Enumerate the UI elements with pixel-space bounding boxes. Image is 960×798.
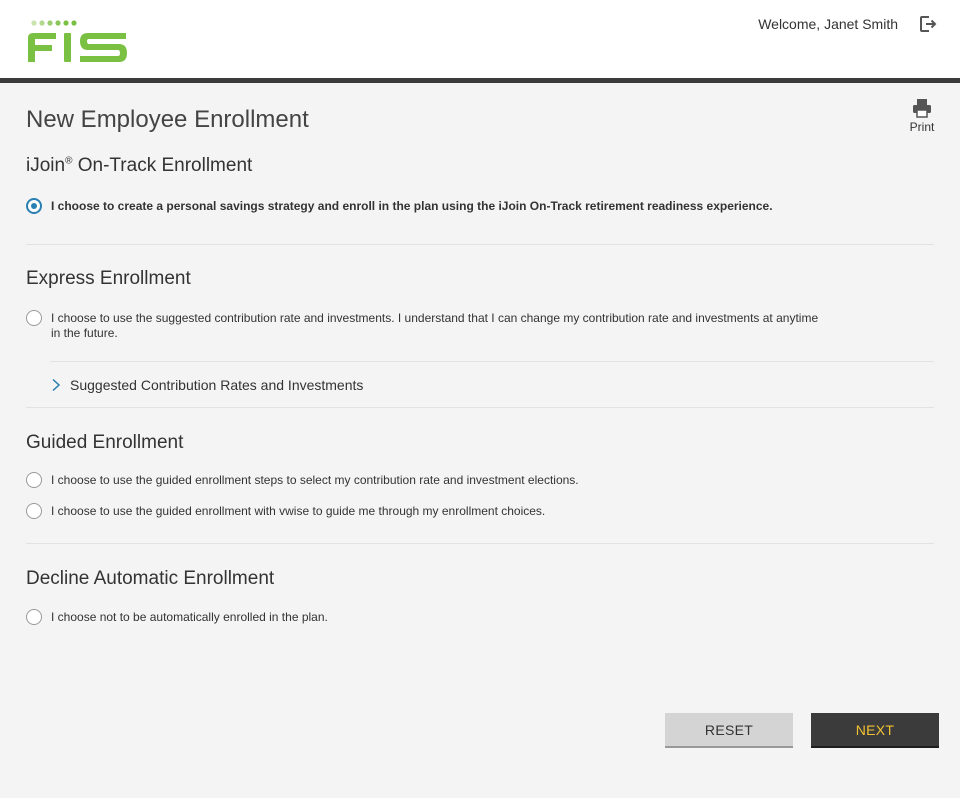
option-express-label: I choose to use the suggested contributi… xyxy=(51,311,818,341)
suggested-rates-label: Suggested Contribution Rates and Investm… xyxy=(70,377,364,393)
ijoin-title-rest: On-Track Enrollment xyxy=(72,155,253,176)
fis-logo xyxy=(28,20,127,62)
section-title-guided: Guided Enrollment xyxy=(26,432,184,453)
section-divider xyxy=(26,543,934,544)
ijoin-title-main: iJoin xyxy=(26,155,66,176)
option-express-line1: I choose to use the suggested contributi… xyxy=(51,311,819,325)
reset-button[interactable]: RESET xyxy=(665,713,793,748)
option-guided-vwise-label: I choose to use the guided enrollment wi… xyxy=(51,504,546,518)
radio-guided-vwise[interactable] xyxy=(26,503,42,519)
section-title-express: Express Enrollment xyxy=(26,268,191,289)
suggested-rates-expander[interactable]: Suggested Contribution Rates and Investm… xyxy=(50,377,363,393)
page-title: New Employee Enrollment xyxy=(26,106,309,133)
option-guided-vwise[interactable]: I choose to use the guided enrollment wi… xyxy=(26,503,546,519)
section-divider xyxy=(26,244,934,245)
app-header: Welcome, Janet Smith xyxy=(0,0,960,78)
next-button[interactable]: NEXT xyxy=(811,713,939,748)
option-express-line2: in the future. xyxy=(51,326,118,340)
radio-guided-steps[interactable] xyxy=(26,472,42,488)
option-guided-steps-label: I choose to use the guided enrollment st… xyxy=(51,473,579,487)
radio-ijoin[interactable] xyxy=(26,198,42,214)
radio-express[interactable] xyxy=(26,310,42,326)
section-title-decline: Decline Automatic Enrollment xyxy=(26,568,275,589)
printer-icon xyxy=(913,99,931,118)
print-label: Print xyxy=(909,120,935,134)
section-divider xyxy=(26,407,934,408)
section-title-ijoin: iJoin® On-Track Enrollment xyxy=(26,155,252,177)
option-express[interactable]: I choose to use the suggested contributi… xyxy=(26,310,818,341)
print-button[interactable]: Print xyxy=(906,98,938,134)
option-ijoin-label: I choose to create a personal savings st… xyxy=(51,199,773,213)
welcome-message: Welcome, Janet Smith xyxy=(758,16,898,32)
logout-icon[interactable] xyxy=(918,14,938,34)
option-decline[interactable]: I choose not to be automatically enrolle… xyxy=(26,609,328,625)
chevron-right-icon xyxy=(52,378,61,392)
option-decline-label: I choose not to be automatically enrolle… xyxy=(51,610,328,624)
expander-divider xyxy=(50,361,934,362)
option-guided-steps[interactable]: I choose to use the guided enrollment st… xyxy=(26,472,579,488)
header-divider-bar xyxy=(0,78,960,83)
option-ijoin[interactable]: I choose to create a personal savings st… xyxy=(26,198,773,214)
radio-decline[interactable] xyxy=(26,609,42,625)
